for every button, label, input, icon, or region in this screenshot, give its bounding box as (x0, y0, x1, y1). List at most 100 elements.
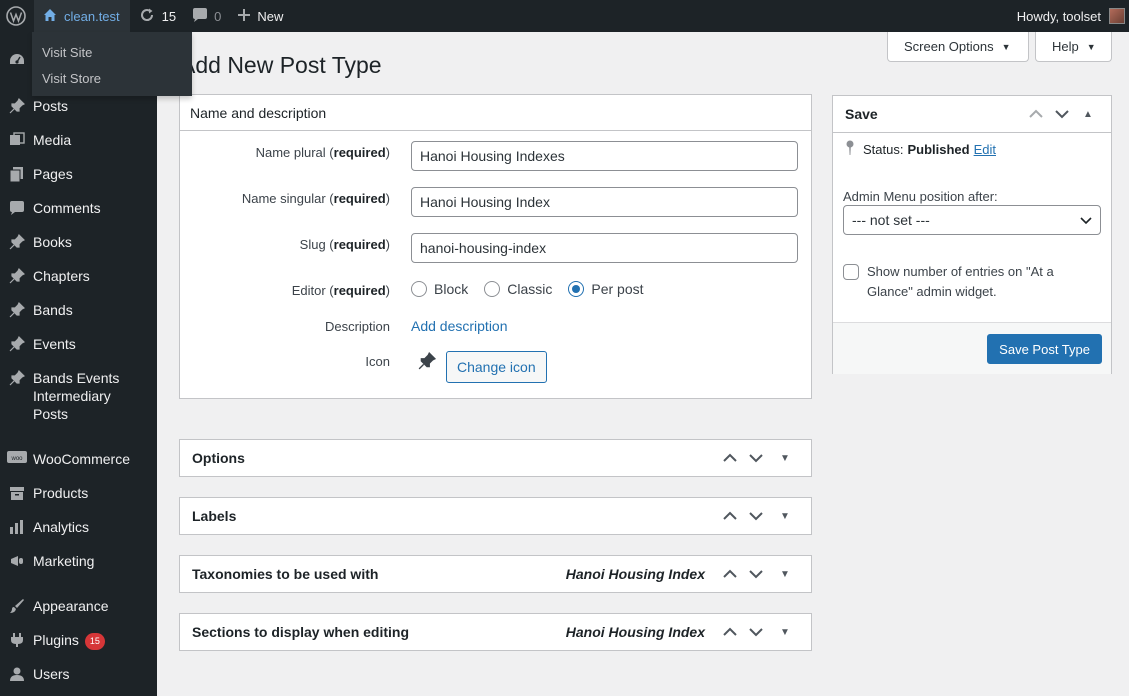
add-description-link[interactable]: Add description (411, 318, 508, 334)
svg-text:woo: woo (10, 456, 23, 462)
screen-options-label: Screen Options (904, 39, 994, 54)
status-value: Published (907, 142, 970, 157)
move-up-icon[interactable] (1023, 96, 1049, 132)
my-account-menu[interactable]: Howdy, toolset (1009, 0, 1129, 32)
sidebar-item-posts[interactable]: Posts (0, 97, 157, 115)
move-up-icon[interactable] (717, 498, 743, 534)
editor-radio-group: Block Classic Per post (411, 281, 644, 297)
sidebar-item-comments[interactable]: Comments (0, 199, 157, 217)
sidebar-item-media[interactable]: Media (0, 131, 157, 149)
radio-classic[interactable] (484, 281, 501, 297)
bar-chart-icon (0, 518, 33, 535)
post-type-note: Hanoi Housing Index (565, 624, 705, 640)
toggle-panel-icon[interactable]: ▼ (769, 556, 801, 592)
move-down-icon[interactable] (1049, 96, 1075, 132)
caret-down-icon: ▼ (1001, 41, 1011, 52)
pin-icon (0, 369, 33, 386)
comments-menu[interactable]: 0 (184, 0, 229, 32)
site-dropdown: Visit Site Visit Store (32, 32, 192, 96)
sidebar-item-woocommerce[interactable]: woo WooCommerce (0, 450, 157, 468)
help-button[interactable]: Help ▼ (1035, 32, 1112, 62)
box-title: Taxonomies to be used with (192, 566, 379, 582)
sidebar-item-pages[interactable]: Pages (0, 165, 157, 183)
radio-per-post[interactable] (568, 281, 585, 297)
site-name-menu[interactable]: clean.test (34, 0, 130, 32)
move-up-icon[interactable] (717, 556, 743, 592)
editor-option-block[interactable]: Block (411, 281, 468, 297)
status-label: Status: (863, 142, 904, 157)
move-down-icon[interactable] (743, 498, 769, 534)
slug-input[interactable] (411, 233, 798, 263)
save-post-type-button[interactable]: Save Post Type (987, 334, 1102, 364)
name-plural-input[interactable] (411, 141, 798, 171)
glance-checkbox[interactable] (843, 264, 859, 280)
slug-label: Slug (required) (299, 237, 390, 252)
sidebar-item-bands[interactable]: Bands (0, 301, 157, 319)
sidebar-item-label: Comments (33, 200, 101, 216)
sidebar-item-label: Appearance (33, 598, 109, 614)
screen-options-button[interactable]: Screen Options ▼ (887, 32, 1029, 62)
move-down-icon[interactable] (743, 614, 769, 650)
wordpress-logo-icon[interactable] (0, 0, 34, 32)
sidebar-item-events[interactable]: Events (0, 335, 157, 353)
change-icon-button[interactable]: Change icon (446, 351, 547, 383)
box-controls: ▼ (717, 498, 801, 534)
description-label: Description (324, 319, 390, 334)
menu-position-select[interactable]: --- not set --- (843, 205, 1101, 235)
toggle-panel-icon[interactable]: ▼ (769, 614, 801, 650)
move-down-icon[interactable] (743, 556, 769, 592)
name-singular-input[interactable] (411, 187, 798, 217)
icon-label: Icon (365, 354, 390, 369)
name-description-header: Name and description (180, 95, 811, 131)
name-description-box: Name and description Name plural (requir… (179, 94, 812, 399)
new-content-menu[interactable]: New (229, 0, 291, 32)
box-title: Save (845, 106, 878, 122)
comments-count: 0 (214, 8, 222, 24)
toggle-panel-icon[interactable]: ▼ (769, 498, 801, 534)
visit-store-link[interactable]: Visit Store (32, 66, 192, 92)
sidebar-item-users[interactable]: Users (0, 665, 157, 683)
visit-site-link[interactable]: Visit Site (32, 40, 192, 66)
admin-bar: clean.test 15 0 New Howdy, toolset (0, 0, 1129, 32)
sidebar-item-bands-events[interactable]: Bands Events Intermediary Posts (0, 369, 150, 423)
options-box-header[interactable]: Options ▼ (180, 440, 811, 476)
pushpin-icon (418, 351, 437, 373)
site-name-label: clean.test (64, 8, 120, 24)
editor-option-classic[interactable]: Classic (484, 281, 552, 297)
sidebar-item-label: Products (33, 485, 89, 501)
sidebar-item-label: Bands (33, 302, 73, 318)
save-box-header: Save ▲ (833, 96, 1111, 133)
sidebar-item-marketing[interactable]: Marketing (0, 552, 157, 570)
description-row: Description Add description (180, 317, 810, 337)
glance-row: Show number of entries on "At a Glance" … (843, 264, 1093, 302)
updates-menu[interactable]: 15 (130, 0, 184, 32)
box-controls: ▼ (717, 440, 801, 476)
labels-box-header[interactable]: Labels ▼ (180, 498, 811, 534)
media-icon (0, 131, 33, 148)
sections-box-header[interactable]: Sections to display when editing Hanoi H… (180, 614, 811, 650)
sidebar-item-label: Bands Events Intermediary Posts (33, 370, 120, 422)
sidebar-item-books[interactable]: Books (0, 233, 157, 251)
glance-label: Show number of entries on "At a Glance" … (867, 264, 1054, 299)
edit-status-link[interactable]: Edit (974, 142, 996, 157)
sidebar-item-label: Chapters (33, 268, 90, 284)
pin-icon (0, 267, 33, 284)
sidebar-item-products[interactable]: Products (0, 484, 157, 502)
plugins-label: Plugins (33, 632, 79, 648)
sidebar-item-appearance[interactable]: Appearance (0, 597, 157, 615)
sidebar-item-chapters[interactable]: Chapters (0, 267, 157, 285)
taxonomies-box-header[interactable]: Taxonomies to be used with Hanoi Housing… (180, 556, 811, 592)
slug-row: Slug (required) (180, 233, 810, 263)
plugins-update-badge: 15 (84, 633, 105, 650)
toggle-panel-icon[interactable]: ▲ (1075, 96, 1101, 132)
sidebar-item-label: Plugins 15 (33, 631, 105, 650)
move-up-icon[interactable] (717, 614, 743, 650)
sidebar-item-analytics[interactable]: Analytics (0, 518, 157, 536)
toggle-panel-icon[interactable]: ▼ (769, 440, 801, 476)
editor-option-per-post[interactable]: Per post (568, 281, 644, 297)
move-down-icon[interactable] (743, 440, 769, 476)
sidebar-item-plugins[interactable]: Plugins 15 (0, 631, 157, 650)
radio-block[interactable] (411, 281, 427, 297)
move-up-icon[interactable] (717, 440, 743, 476)
paintbrush-icon (0, 597, 33, 614)
